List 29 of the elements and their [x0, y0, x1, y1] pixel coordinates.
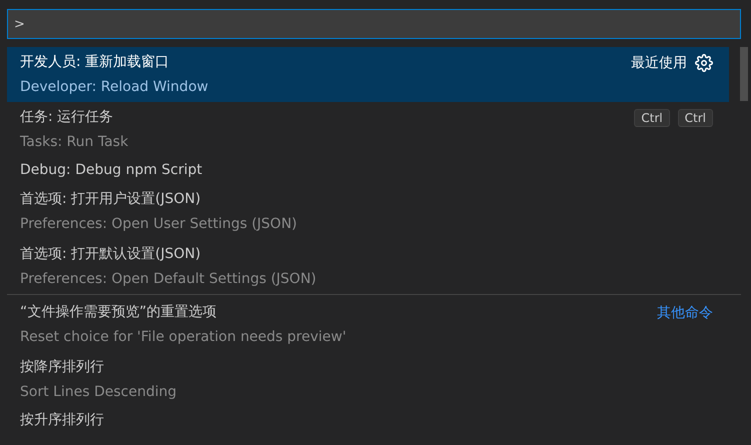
command-label: Debug: Debug npm Script: [20, 161, 204, 180]
command-label: 开发人员: 重新加载窗口: [20, 53, 170, 72]
keybinding: Ctrl: [634, 108, 670, 126]
command-label: 首选项: 打开用户设置(JSON): [20, 190, 202, 209]
command-item[interactable]: 开发人员: 重新加载窗口 Developer: Reload Window 最近使用: [7, 47, 729, 102]
command-description: Sort Lines Descending: [20, 383, 178, 402]
command-description: Preferences: Open User Settings (JSON): [20, 215, 298, 234]
scrollbar-thumb[interactable]: [740, 47, 748, 101]
command-item[interactable]: 任务: 运行任务 Tasks: Run Task Ctrl Ctrl: [7, 102, 729, 157]
group-label: 其他命令: [657, 304, 713, 322]
command-description: Developer: Reload Window: [20, 78, 210, 97]
command-item[interactable]: Debug: Debug npm Script: [7, 157, 729, 184]
keybinding: Ctrl: [678, 108, 713, 126]
command-item[interactable]: 首选项: 打开默认设置(JSON) Preferences: Open Default Settings (JSON): [7, 239, 729, 294]
command-description: Preferences: Open Default Settings (JSON): [20, 270, 318, 289]
command-description: Tasks: Run Task: [20, 133, 130, 152]
command-label: 任务: 运行任务: [20, 108, 114, 127]
command-item[interactable]: 按降序排列行 Sort Lines Descending: [7, 352, 729, 407]
command-label: 按降序排列行: [20, 358, 105, 377]
command-item[interactable]: 首选项: 打开用户设置(JSON) Preferences: Open User Settings (JSON): [7, 184, 729, 239]
command-input[interactable]: >: [7, 9, 741, 39]
command-label: “文件操作需要预览”的重置选项: [20, 303, 218, 322]
group-label: 最近使用: [631, 54, 687, 72]
settings-icon[interactable]: [695, 54, 713, 72]
command-item[interactable]: “文件操作需要预览”的重置选项 Reset choice for 'File operation needs preview' 其他命令: [7, 297, 729, 352]
command-item[interactable]: 按升序排列行: [7, 407, 729, 434]
command-label: 按升序排列行: [20, 411, 105, 430]
command-description: Reset choice for 'File operation needs preview': [20, 328, 348, 347]
command-label: 首选项: 打开默认设置(JSON): [20, 245, 202, 264]
